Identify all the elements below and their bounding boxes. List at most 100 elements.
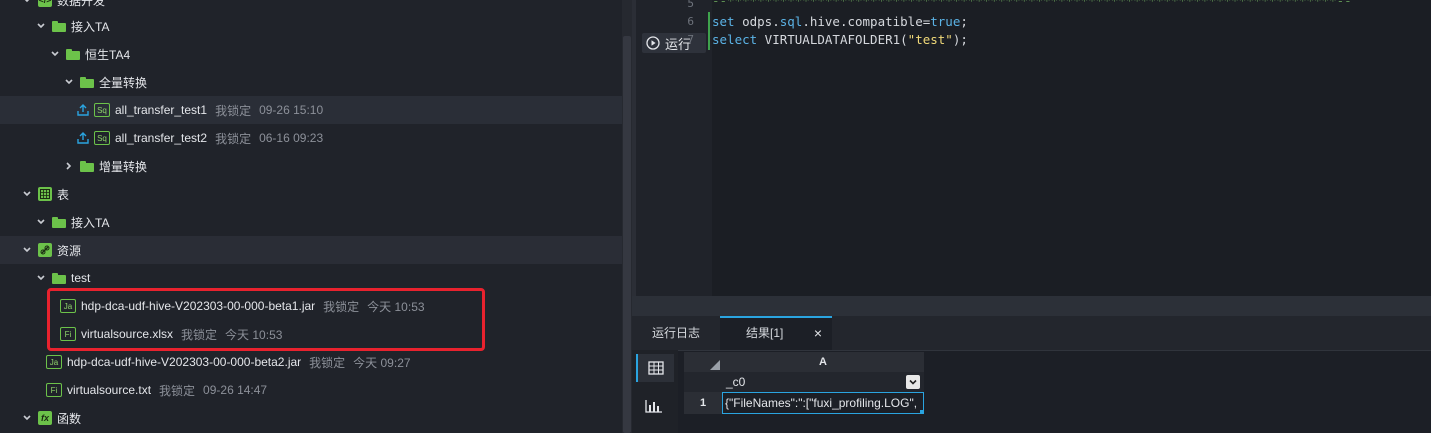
upload-icon [76,103,90,117]
tree-label: 增量转换 [99,159,148,174]
file-name: all_transfer_test2 [115,131,208,145]
tree-label: 函数 [57,411,82,426]
function-icon: fx [38,411,52,425]
cell-fill-handle[interactable] [920,410,924,414]
chevron-down-icon[interactable] [36,21,46,31]
code-comment-line: --**************************************… [712,0,1352,8]
scrollbar-thumb[interactable] [623,36,631,433]
tree-folder-jieru-ta[interactable]: 接入TA [0,12,622,40]
close-icon[interactable]: × [814,318,822,348]
code-token: VIRTUALDATAFOLDER1( [757,32,908,47]
tree-file-virtualsource-txt[interactable]: Fi virtualsource.txt 我锁定 09-26 14:47 [0,376,622,404]
tree-category-table[interactable]: 表 [0,180,622,208]
tree-file-beta2-jar[interactable]: Ja hdp-dca-udf-hive-V202303-00-000-beta2… [0,348,622,376]
tab-result-1[interactable]: 结果[1] × [720,316,832,350]
chevron-down-icon[interactable] [36,217,46,227]
table-icon [38,187,52,201]
code-token: set [712,14,735,29]
tree-scrollbar[interactable] [622,0,632,433]
jar-file-icon: Ja [46,355,62,369]
field-name-row: _c0 [722,372,924,392]
tree-file-beta1-jar[interactable]: Ja hdp-dca-udf-hive-V202303-00-000-beta1… [0,292,622,320]
code-line-6: set odps.sql.hive.compatible=true; [712,13,968,31]
bar-chart-icon [645,400,662,413]
file-icon: Fi [46,383,62,397]
code-token: sql [779,14,803,29]
file-time: 今天 10:53 [225,327,283,342]
folder-icon [52,216,66,228]
chevron-down-icon[interactable] [22,245,32,255]
folder-icon [80,76,94,88]
upload-icon [76,131,90,145]
lock-status: 我锁定 [215,103,252,118]
file-time: 今天 09:27 [353,355,411,370]
tree-label: 资源 [57,243,82,258]
panel-splitter[interactable] [632,296,1431,316]
tree-category-function[interactable]: fx 函数 [0,404,622,432]
file-name: hdp-dca-udf-hive-V202303-00-000-beta2.ja… [67,355,302,369]
editor-area: 运行 5 6 7 --*****************************… [632,0,1431,433]
play-icon [646,36,660,50]
code-icon: </> [38,0,52,7]
tree-label: 数据开发 [57,0,106,8]
code-line-7: select VIRTUALDATAFOLDER1("test"); [712,31,968,49]
sql-file-icon: Sq [94,131,110,145]
chevron-down-icon[interactable] [50,49,60,59]
code-token: "test" [907,32,953,47]
result-tabs: 运行日志 结果[1] × [632,316,1431,351]
lock-status: 我锁定 [181,327,218,342]
field-row-header [684,372,722,392]
folder-icon [52,20,66,32]
result-view-toolbar [632,350,678,433]
code-token: ); [952,32,968,47]
chevron-down-icon[interactable] [22,189,32,199]
file-icon: Fi [60,327,76,341]
file-time: 09-26 15:10 [259,103,324,117]
chevron-down-icon[interactable] [22,0,32,5]
tree-label: 接入TA [71,215,110,230]
jar-file-icon: Ja [60,299,76,313]
tree-folder-jieru-ta-2[interactable]: 接入TA [0,208,622,236]
file-time: 06-16 09:23 [259,131,324,145]
result-grid: A _c0 1 {"FileNames":":["fuxi_profiling.… [684,352,1431,433]
chevron-right-icon[interactable] [64,161,74,171]
field-name: _c0 [726,375,746,389]
tree-folder-hengsheng-ta4[interactable]: 恒生TA4 [0,40,622,68]
code-token: true [930,14,961,29]
code-token: ; [960,14,968,29]
line-number: 5 [687,0,694,10]
tree-folder-incremental[interactable]: 增量转换 [0,152,622,180]
table-view-button[interactable] [636,354,674,382]
tree-category-resource[interactable]: 资源 [0,236,622,264]
file-tree: </> 数据开发 接入TA 恒生TA4 全量转换 Sq all_transfer… [0,0,622,433]
lock-status: 我锁定 [323,299,360,314]
chevron-down-icon[interactable] [64,77,74,87]
tree-file-all-transfer-test2[interactable]: Sq all_transfer_test2 我锁定 06-16 09:23 [0,124,622,152]
select-all-corner[interactable] [684,352,722,372]
code-editor[interactable]: --**************************************… [712,0,1431,296]
tree-file-virtualsource-xlsx[interactable]: Fi virtualsource.xlsx 我锁定 今天 10:53 [0,320,622,348]
chart-view-button[interactable] [636,392,672,420]
line-numbers: 5 6 7 [674,0,694,296]
tree-file-all-transfer-test1[interactable]: Sq all_transfer_test1 我锁定 09-26 15:10 [0,96,622,124]
tree-folder-test[interactable]: test [0,264,622,292]
lock-status: 我锁定 [309,355,346,370]
result-cell[interactable]: {"FileNames":":["fuxi_profiling.LOG", [722,392,924,414]
row-number: 1 [684,392,722,414]
code-token: .hive.compatible= [802,14,931,29]
tree-label: test [71,271,91,285]
tab-label: 结果[1] [746,326,784,340]
chevron-down-icon[interactable] [22,413,32,423]
file-time: 09-26 14:47 [203,383,268,397]
lock-status: 我锁定 [215,131,252,146]
tree-folder-full-convert[interactable]: 全量转换 [0,68,622,96]
chevron-down-icon[interactable] [906,375,920,389]
column-header-a[interactable]: A [722,352,924,372]
code-token: odps. [734,14,780,29]
tab-run-log[interactable]: 运行日志 [632,316,720,350]
file-name: all_transfer_test1 [115,103,208,117]
file-time: 今天 10:53 [367,299,425,314]
folder-icon [52,272,66,284]
line-number: 6 [687,15,694,28]
chevron-down-icon[interactable] [36,273,46,283]
